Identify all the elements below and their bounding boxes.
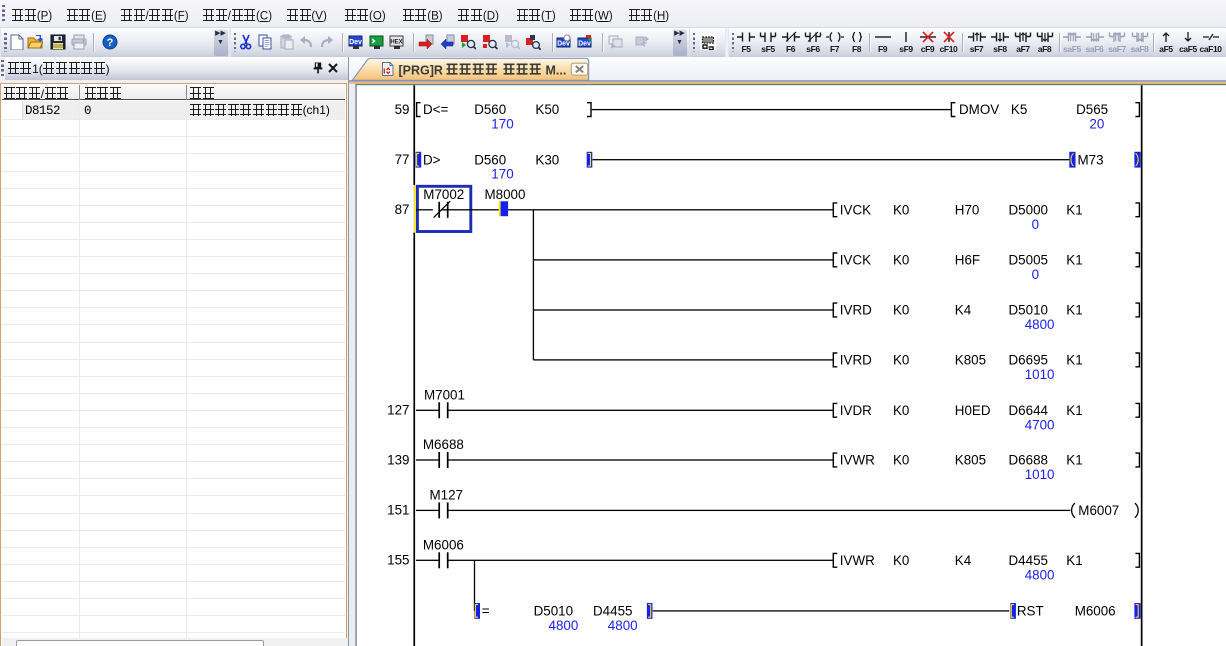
svg-text:D5005: D5005 [1009, 253, 1048, 268]
svg-text:4800: 4800 [549, 618, 579, 633]
svg-text:[PRG]R: [PRG]R [399, 64, 443, 78]
svg-text:D4455: D4455 [1009, 553, 1048, 568]
svg-text:D6644: D6644 [1009, 403, 1049, 418]
svg-text:D565: D565 [1076, 102, 1108, 117]
svg-text:K0: K0 [893, 453, 909, 468]
svg-text:IVCK: IVCK [840, 253, 871, 268]
svg-text:D5010: D5010 [534, 604, 573, 619]
svg-text:K805: K805 [955, 353, 986, 368]
svg-text:170: 170 [491, 167, 513, 182]
svg-text:59: 59 [395, 102, 410, 117]
svg-text:DMOV: DMOV [959, 102, 999, 117]
svg-text:155: 155 [387, 553, 409, 568]
svg-text:IVRD: IVRD [840, 353, 872, 368]
svg-text:RST: RST [1017, 604, 1044, 619]
svg-text:K1: K1 [1066, 453, 1082, 468]
svg-text:M6688: M6688 [423, 437, 464, 452]
svg-text:M73: M73 [1078, 152, 1104, 167]
svg-text:127: 127 [387, 403, 409, 418]
svg-text:1010: 1010 [1025, 467, 1055, 482]
svg-text:K0: K0 [893, 303, 909, 318]
svg-text:M...: M... [546, 64, 567, 78]
svg-text:IVCK: IVCK [840, 202, 871, 217]
svg-text:=: = [482, 604, 490, 619]
svg-text:K4: K4 [955, 553, 972, 568]
svg-text:M127: M127 [430, 488, 464, 503]
svg-text:4800: 4800 [608, 618, 638, 633]
svg-text:K1: K1 [1066, 253, 1082, 268]
svg-text:K1: K1 [1066, 202, 1082, 217]
svg-text:Dev: Dev [349, 39, 362, 46]
svg-text:K1: K1 [1066, 403, 1082, 418]
svg-text:K1: K1 [1066, 553, 1082, 568]
svg-text:K0: K0 [893, 353, 909, 368]
svg-text:HEX: HEX [390, 40, 402, 46]
svg-text:K0: K0 [893, 253, 909, 268]
svg-text:K50: K50 [535, 102, 559, 117]
svg-text:K1: K1 [1066, 303, 1082, 318]
svg-text:151: 151 [387, 503, 409, 518]
svg-text:D560: D560 [474, 102, 506, 117]
svg-text:K30: K30 [535, 152, 559, 167]
svg-text:0: 0 [1032, 217, 1039, 232]
svg-text:K4: K4 [955, 303, 972, 318]
svg-text:M8000: M8000 [485, 187, 526, 202]
svg-text:D5010: D5010 [1009, 303, 1048, 318]
svg-text:4800: 4800 [1025, 567, 1055, 582]
svg-text:K5: K5 [1011, 102, 1027, 117]
svg-text:87: 87 [395, 202, 410, 217]
svg-text:M7002: M7002 [423, 187, 464, 202]
svg-text:H70: H70 [955, 202, 980, 217]
svg-text:D6695: D6695 [1009, 353, 1048, 368]
svg-text:0: 0 [1032, 267, 1039, 282]
svg-text:M6006: M6006 [423, 538, 464, 553]
svg-text:4700: 4700 [1025, 417, 1055, 432]
svg-text:K0: K0 [893, 202, 909, 217]
svg-text:H6F: H6F [955, 253, 980, 268]
svg-text:K1: K1 [1066, 353, 1082, 368]
svg-text:K0: K0 [893, 553, 909, 568]
svg-text:1010: 1010 [1025, 367, 1055, 382]
svg-text:M7001: M7001 [424, 388, 465, 403]
svg-text:M6007: M6007 [1078, 503, 1119, 518]
svg-text:K0: K0 [893, 403, 909, 418]
svg-text:IVDR: IVDR [840, 403, 872, 418]
svg-text:K805: K805 [955, 453, 986, 468]
svg-text:?: ? [107, 37, 114, 49]
svg-text:IVRD: IVRD [840, 303, 872, 318]
svg-text:D>: D> [423, 152, 441, 167]
svg-text:139: 139 [387, 452, 409, 467]
svg-text:H0ED: H0ED [955, 403, 991, 418]
svg-text:IVWR: IVWR [840, 553, 875, 568]
svg-text:D6688: D6688 [1009, 453, 1048, 468]
svg-text:D4455: D4455 [593, 604, 632, 619]
svg-text:M6006: M6006 [1075, 604, 1116, 619]
svg-text:D560: D560 [474, 152, 506, 167]
svg-text:Dev: Dev [557, 41, 570, 48]
svg-text:Dev: Dev [578, 41, 591, 48]
svg-text:4800: 4800 [1025, 317, 1055, 332]
svg-text:20: 20 [1089, 117, 1104, 132]
svg-text:170: 170 [491, 117, 513, 132]
svg-text:77: 77 [395, 152, 410, 167]
svg-text:IVWR: IVWR [840, 453, 875, 468]
svg-text:D5000: D5000 [1009, 202, 1048, 217]
svg-text:D<=: D<= [423, 102, 448, 117]
